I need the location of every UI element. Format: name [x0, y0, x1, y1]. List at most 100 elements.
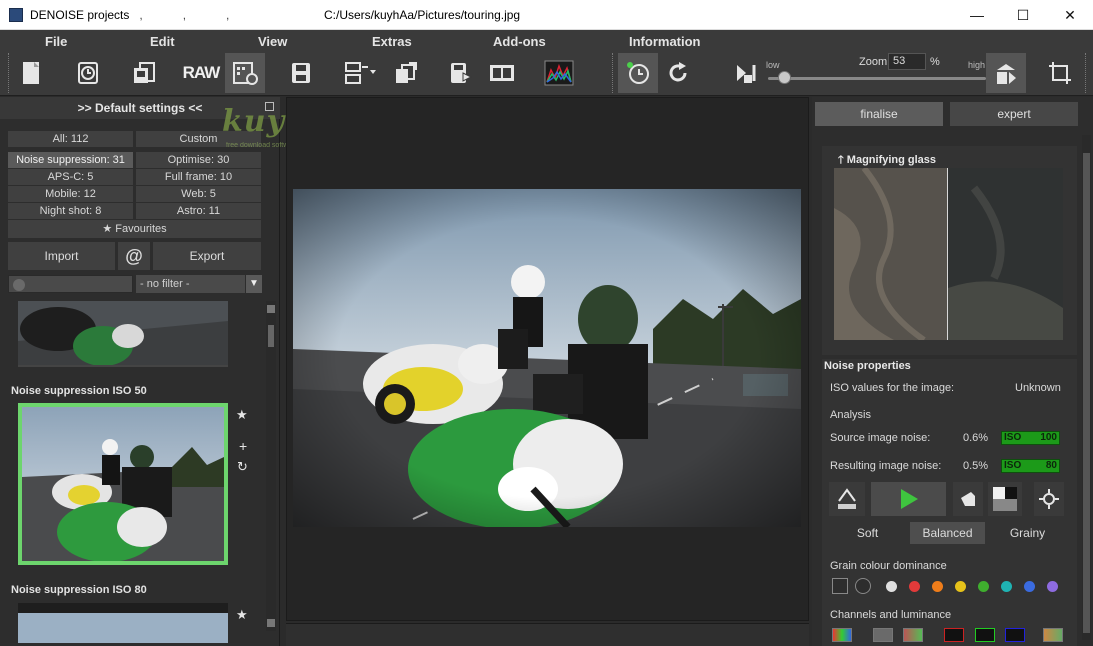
zoom-slider-track[interactable]: [768, 77, 986, 80]
grain-colour-dot[interactable]: [932, 581, 943, 592]
filter-all[interactable]: All: 112: [8, 131, 133, 147]
scroll-thumb[interactable]: [268, 325, 274, 347]
favourite-star-icon[interactable]: ★: [236, 407, 248, 423]
iso-tag: ISO: [1004, 460, 1022, 471]
grain-colour-dot[interactable]: [909, 581, 920, 592]
grain-colour-dot[interactable]: [1047, 581, 1058, 592]
auto-correction-icon[interactable]: [618, 53, 658, 93]
scroll-down-icon[interactable]: [267, 619, 275, 627]
save-icon[interactable]: [281, 53, 321, 93]
filter-web[interactable]: Web: 5: [136, 186, 261, 202]
menu-view[interactable]: View: [258, 34, 287, 49]
file-path: C:/Users/kuyhAa/Pictures/touring.jpg: [324, 8, 521, 22]
preset-title[interactable]: Noise suppression ISO 50: [11, 385, 147, 397]
refresh-icon[interactable]: [658, 53, 698, 93]
split-view-high-icon[interactable]: [986, 53, 1026, 93]
search-input[interactable]: [8, 275, 133, 293]
history-icon[interactable]: [68, 53, 108, 93]
canvas-status-bar: [286, 623, 809, 646]
grain-colour-dot[interactable]: [1024, 581, 1035, 592]
channel-color-icon[interactable]: [903, 628, 923, 642]
presets-scrollbar[interactable]: [266, 301, 276, 631]
sharpen-button[interactable]: [1034, 482, 1064, 516]
main-photo[interactable]: [293, 189, 801, 527]
toolbar-separator: [8, 53, 9, 93]
grain-colour-dot[interactable]: [886, 581, 897, 592]
window-title-marks: , , ,: [139, 7, 230, 22]
filter-astro[interactable]: Astro: 11: [136, 203, 261, 219]
preset-thumbnail[interactable]: [18, 603, 228, 643]
export-copy-icon[interactable]: [386, 53, 426, 93]
compare-view-icon[interactable]: [482, 53, 522, 93]
grain-balanced-button[interactable]: Balanced: [910, 522, 985, 544]
menu-edit[interactable]: Edit: [150, 34, 175, 49]
apply-denoise-button[interactable]: [871, 482, 946, 516]
maximize-button[interactable]: ☐: [1000, 0, 1046, 30]
channel-green-icon[interactable]: [975, 628, 995, 642]
save-as-icon[interactable]: [441, 53, 481, 93]
channels-label: Channels and luminance: [830, 609, 952, 621]
filter-night-shot[interactable]: Night shot: 8: [8, 203, 133, 219]
rotate-crop-icon[interactable]: [1040, 53, 1080, 93]
grain-colour-dot[interactable]: [1001, 581, 1012, 592]
menu-add-ons[interactable]: Add-ons: [493, 34, 546, 49]
filter-aps-c[interactable]: APS-C: 5: [8, 169, 133, 185]
color-picker-icon[interactable]: [855, 578, 871, 594]
noise-properties-title[interactable]: Noise properties: [824, 360, 911, 372]
grain-colour-dot[interactable]: [978, 581, 989, 592]
raw-button[interactable]: RAW: [181, 53, 221, 93]
import-button[interactable]: Import: [8, 242, 115, 270]
split-view-low-icon[interactable]: [726, 53, 766, 93]
zoom-input[interactable]: 53: [888, 53, 926, 70]
grain-grainy-button[interactable]: Grainy: [990, 522, 1065, 544]
pointer-button[interactable]: [953, 482, 983, 516]
presets-settings-icon[interactable]: [225, 53, 265, 93]
new-document-icon[interactable]: [11, 53, 51, 93]
filter-favourites[interactable]: ★ Favourites: [8, 220, 261, 238]
grain-soft-button[interactable]: Soft: [830, 522, 905, 544]
favourite-star-icon[interactable]: ★: [236, 607, 248, 623]
iso-tag: ISO: [1004, 432, 1022, 443]
menu-information[interactable]: Information: [629, 34, 701, 49]
tab-expert[interactable]: expert: [950, 102, 1078, 126]
open-image-icon[interactable]: [125, 53, 165, 93]
magnifier-divider[interactable]: [947, 168, 948, 340]
luminance-button[interactable]: [988, 482, 1022, 516]
channel-luminance-icon[interactable]: [873, 628, 893, 642]
filter-optimise[interactable]: Optimise: 30: [136, 152, 261, 168]
filter-noise-suppression[interactable]: Noise suppression: 31: [8, 152, 133, 168]
zoom-slider-thumb[interactable]: [777, 71, 791, 84]
noise-curve-button[interactable]: [829, 482, 865, 516]
preset-title[interactable]: Noise suppression ISO 80: [11, 584, 147, 596]
minimize-button[interactable]: —: [954, 0, 1000, 30]
camera-icon[interactable]: [832, 578, 848, 594]
add-icon[interactable]: +: [239, 438, 247, 454]
menu-file[interactable]: File: [45, 34, 67, 49]
close-button[interactable]: ✕: [1047, 0, 1093, 30]
filter-select[interactable]: - no filter -: [136, 275, 245, 293]
sparkle-icon: [1039, 489, 1059, 509]
export-button[interactable]: Export: [153, 242, 261, 270]
settings-scrollbar[interactable]: [1082, 135, 1091, 640]
grain-colour-dot[interactable]: [955, 581, 966, 592]
channel-rgb-icon[interactable]: [832, 628, 852, 642]
chevron-down-icon[interactable]: ▼: [246, 275, 262, 293]
preset-thumbnail-selected[interactable]: [18, 403, 228, 565]
email-button[interactable]: @: [118, 242, 150, 270]
scroll-thumb[interactable]: [1083, 153, 1090, 633]
preset-thumbnail[interactable]: [18, 301, 228, 367]
tab-finalise[interactable]: finalise: [815, 102, 943, 126]
channel-blue-icon[interactable]: [1005, 628, 1025, 642]
channel-red-icon[interactable]: [944, 628, 964, 642]
magnifier-view[interactable]: [834, 168, 1063, 340]
channel-mix-icon[interactable]: [1043, 628, 1063, 642]
sync-icon[interactable]: ↻: [237, 459, 248, 475]
menu-extras[interactable]: Extras: [372, 34, 412, 49]
favourites-label: Favourites: [115, 223, 167, 235]
filter-mobile[interactable]: Mobile: 12: [8, 186, 133, 202]
histogram-icon[interactable]: [539, 53, 579, 93]
filter-full-frame[interactable]: Full frame: 10: [136, 169, 261, 185]
scroll-up-icon[interactable]: [267, 305, 275, 313]
title-bar: DENOISE projects , , , C:/Users/kuyhAa/P…: [0, 0, 1093, 30]
batch-export-icon[interactable]: [338, 53, 382, 93]
